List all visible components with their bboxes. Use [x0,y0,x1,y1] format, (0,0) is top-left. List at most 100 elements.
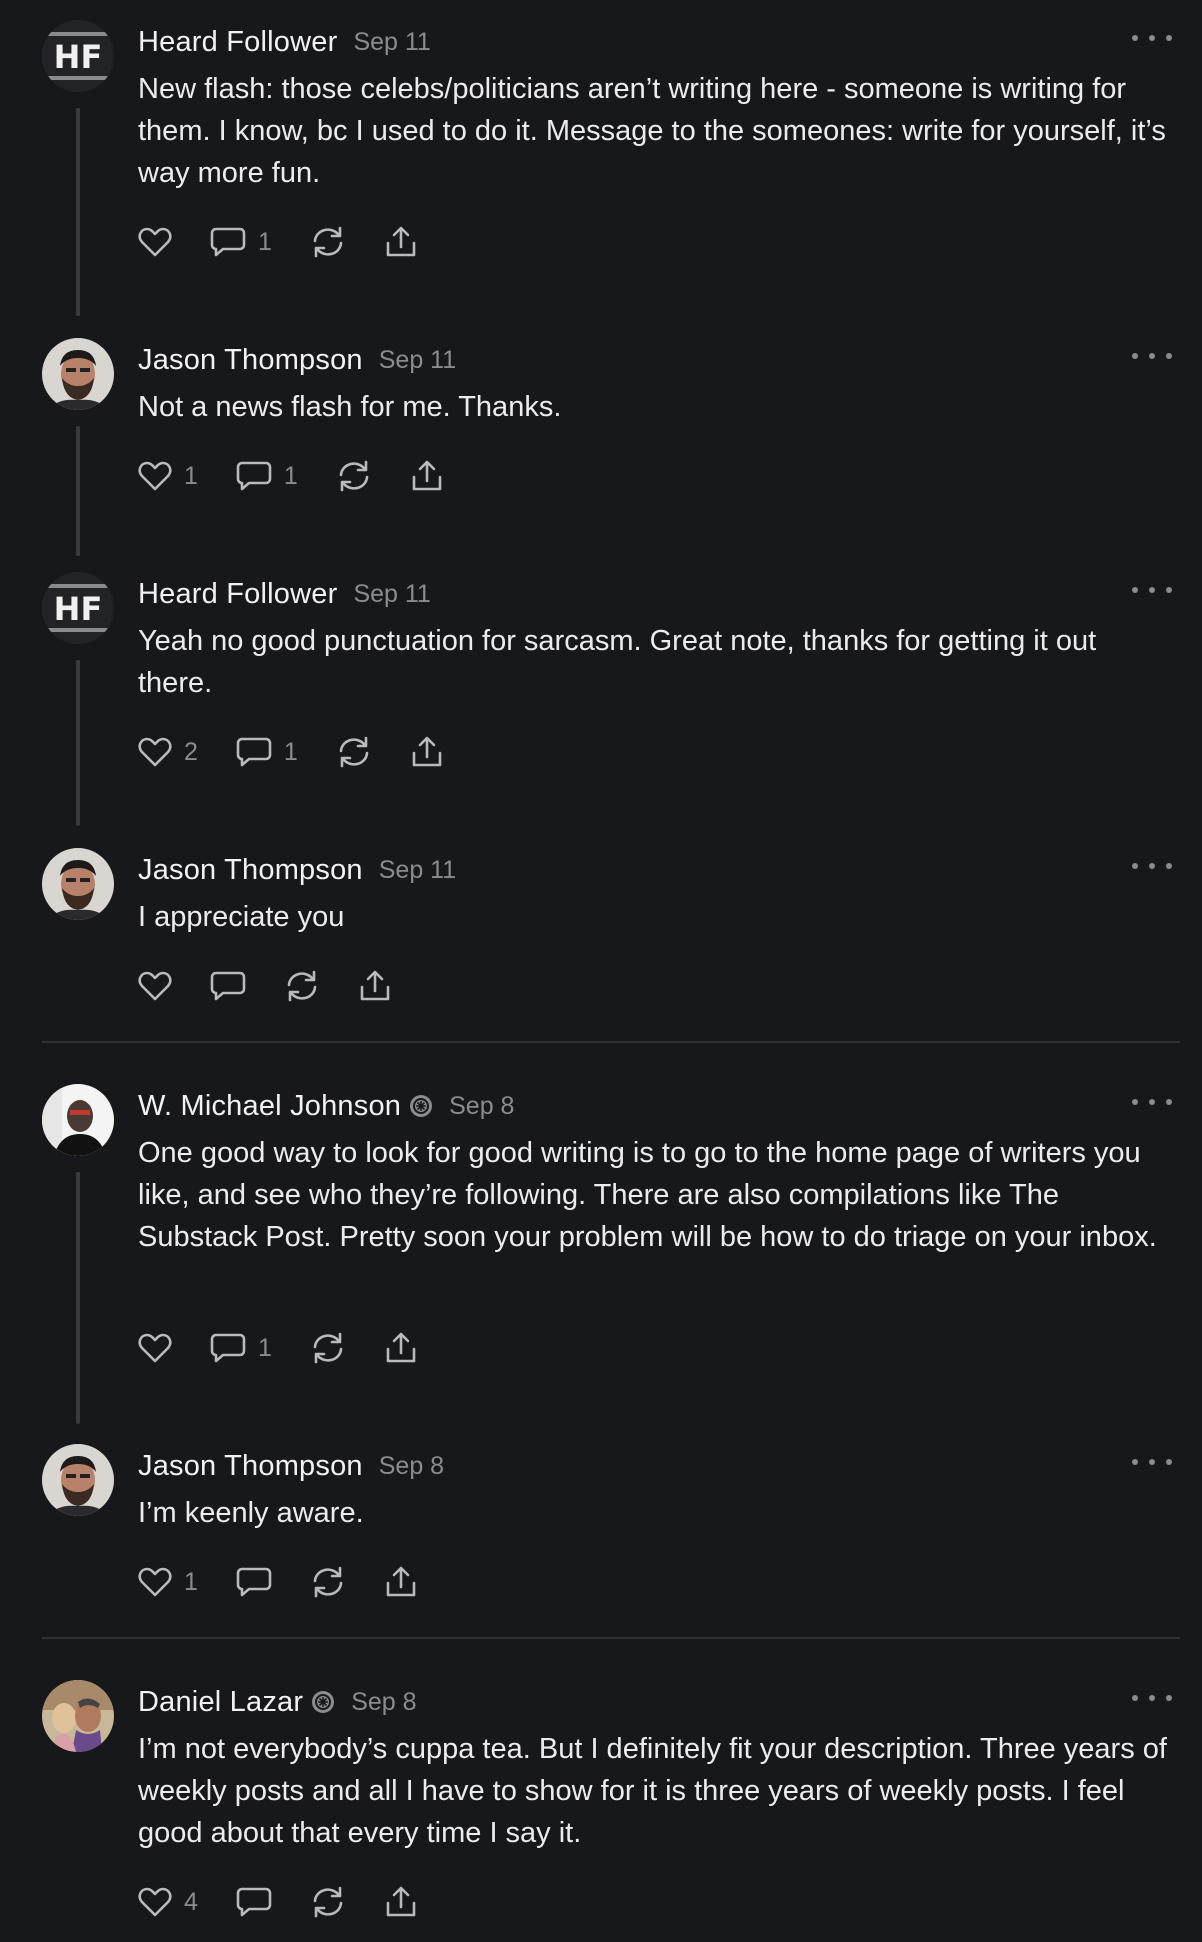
avatar[interactable] [42,338,114,410]
more-dots-icon[interactable] [1132,1452,1172,1472]
subscriber-badge-icon [312,1691,335,1713]
hf-logo-icon: HF [42,572,114,644]
restack-button[interactable] [310,1566,346,1598]
comment-date[interactable]: Sep 8 [351,1688,416,1717]
restack-icon [339,736,369,768]
avatar[interactable] [42,1084,114,1156]
avatar[interactable]: HF [42,20,114,92]
share-button[interactable] [384,1565,418,1599]
restack-icon [339,460,369,492]
comment-header: Daniel Lazar Sep 8 [138,1680,417,1724]
reply-count: 1 [283,737,298,766]
comment-bubble-icon [210,227,246,257]
like-button[interactable] [138,971,172,1001]
reply-count: 1 [283,461,298,490]
author-name[interactable]: Jason Thompson [138,854,363,887]
like-button[interactable]: 1 [138,461,198,491]
comment-date[interactable]: Sep 8 [449,1092,514,1121]
comment-header: Heard Follower Sep 11 [138,572,431,616]
comment-actions: 1 [138,220,456,264]
like-button[interactable] [138,1333,172,1363]
jason-photo-icon [42,338,114,410]
comment-actions [138,964,430,1008]
comment-actions: 4 [138,1880,456,1924]
comment-date[interactable]: Sep 11 [379,856,456,885]
author-name[interactable]: W. Michael Johnson [138,1090,401,1123]
thread-line [76,108,80,316]
avatar[interactable] [42,1444,114,1516]
comment-date[interactable]: Sep 11 [379,346,456,375]
comment-bubble-icon [210,1333,246,1363]
author-name[interactable]: Heard Follower [138,26,337,59]
daniel-photo-icon [42,1680,114,1752]
more-dots-icon[interactable] [1132,856,1172,876]
svg-text:HF: HF [54,38,103,76]
jason-photo-icon [42,848,114,920]
like-button[interactable]: 4 [138,1887,198,1917]
restack-icon [313,226,343,258]
michael-photo-icon [42,1084,114,1156]
share-button[interactable] [410,459,444,493]
restack-button[interactable] [336,460,372,492]
reply-count: 1 [258,227,272,256]
like-button[interactable]: 1 [138,1567,198,1597]
reply-button[interactable]: 1 [210,226,272,258]
author-name[interactable]: Daniel Lazar [138,1686,303,1719]
restack-icon [313,1886,343,1918]
comment-date[interactable]: Sep 11 [353,580,430,609]
comment-header: Jason Thompson Sep 11 [138,338,456,382]
reply-button[interactable]: 1 [236,736,298,768]
more-dots-icon[interactable] [1132,1688,1172,1708]
avatar[interactable] [42,848,114,920]
more-dots-icon[interactable] [1132,1092,1172,1112]
share-icon [360,970,390,1001]
restack-button[interactable] [284,970,320,1002]
avatar[interactable] [42,1680,114,1752]
reply-button[interactable] [236,1886,272,1918]
avatar[interactable]: HF [42,572,114,644]
comment-date[interactable]: Sep 11 [353,28,430,57]
restack-icon [287,970,317,1002]
restack-icon [313,1332,343,1364]
heart-icon [138,971,172,1001]
author-name[interactable]: Jason Thompson [138,1450,363,1483]
share-button[interactable] [384,1331,418,1365]
reply-button[interactable] [210,970,246,1002]
like-count: 1 [184,1567,198,1596]
share-button[interactable] [410,735,444,769]
restack-button[interactable] [310,226,346,258]
share-icon [386,1886,416,1917]
comment-actions: 1 [138,1326,456,1370]
heart-icon [138,461,172,491]
like-button[interactable] [138,227,172,257]
heart-icon [138,227,172,257]
comment-bubble-icon [236,1567,272,1597]
more-dots-icon[interactable] [1132,580,1172,600]
reply-button[interactable]: 1 [210,1332,272,1364]
author-name[interactable]: Heard Follower [138,578,337,611]
comment-actions: 1 [138,1560,456,1604]
comment-text: New flash: those celebs/politicians aren… [138,73,1166,189]
comment-header: W. Michael Johnson Sep 8 [138,1084,514,1128]
hf-logo-icon: HF [42,20,114,92]
comment-text: Yeah no good punctuation for sarcasm. Gr… [138,625,1097,699]
share-button[interactable] [384,1885,418,1919]
heart-icon [138,737,172,767]
restack-button[interactable] [336,736,372,768]
like-button[interactable]: 2 [138,737,198,767]
author-name[interactable]: Jason Thompson [138,344,363,377]
thread-divider [42,1041,1180,1043]
more-dots-icon[interactable] [1132,28,1172,48]
reply-button[interactable] [236,1566,272,1598]
restack-button[interactable] [310,1332,346,1364]
share-icon [412,736,442,767]
thread-divider [42,1637,1180,1639]
more-dots-icon[interactable] [1132,346,1172,366]
share-button[interactable] [358,969,392,1003]
restack-button[interactable] [310,1886,346,1918]
like-count: 2 [184,737,198,766]
comment-date[interactable]: Sep 8 [379,1452,444,1481]
share-button[interactable] [384,225,418,259]
comment-text: Not a news flash for me. Thanks. [138,391,562,423]
reply-button[interactable]: 1 [236,460,298,492]
